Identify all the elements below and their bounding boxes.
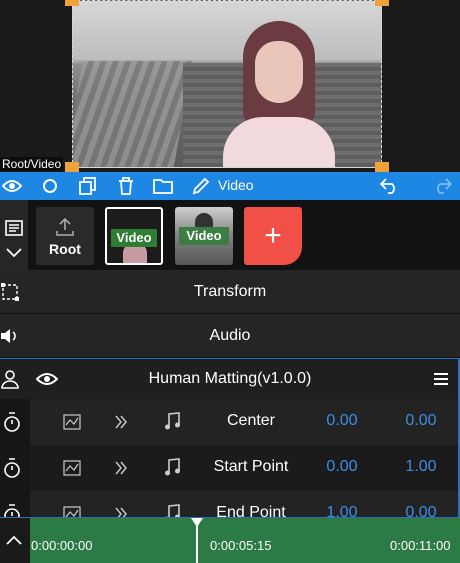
eye-icon[interactable] [2,176,22,196]
graph-icon[interactable] [62,505,82,517]
clip-root-label: Root [49,241,81,257]
video-preview[interactable]: Root/Video [0,0,460,172]
graph-icon[interactable] [62,459,82,477]
clip-label: Video [179,227,229,245]
video-frame[interactable] [72,0,382,168]
folder-icon[interactable] [153,176,173,196]
menu-icon[interactable] [432,371,450,387]
param-value-1[interactable]: 0.00 [318,412,366,430]
resize-handle-top-right[interactable] [375,0,389,6]
transform-section[interactable]: Transform [0,270,460,314]
transform-title: Transform [193,283,267,300]
music-note-icon[interactable] [162,411,182,431]
timeline-end-time: 0:00:11:00 [390,538,451,553]
human-matting-panel: Human Matting(v1.0.0) Center 0.00 0.00 S… [0,358,460,518]
param-value-2[interactable]: 0.00 [398,412,444,430]
chevron-down-icon[interactable] [4,246,24,260]
keyframe-icon[interactable] [112,459,132,477]
redo-icon[interactable] [432,176,452,196]
param-row-start-point[interactable]: Start Point 0.00 1.00 [0,445,458,491]
plus-icon: + [264,219,282,252]
param-value-1[interactable]: 0.00 [318,458,366,476]
clip-label: Video [111,229,157,247]
upload-icon [55,217,75,237]
timeline-current-time: 0:00:05:15 [210,538,272,553]
add-clip-button[interactable]: + [244,207,302,265]
circle-icon[interactable] [40,176,60,196]
audio-section[interactable]: Audio [0,314,460,358]
audio-title: Audio [209,327,251,344]
person-image [223,21,335,167]
resize-handle-top-left[interactable] [65,0,79,6]
stopwatch-icon[interactable] [2,457,22,479]
clip-side-controls [0,200,28,270]
undo-icon[interactable] [380,176,400,196]
toolbar: Video [0,172,460,200]
resize-handle-bottom-left[interactable] [65,162,79,172]
list-icon[interactable] [4,220,24,236]
param-label: End Point [216,504,286,518]
playhead[interactable] [191,518,203,563]
graph-icon[interactable] [62,413,82,431]
param-row-end-point[interactable]: End Point 1.00 0.00 [0,491,458,518]
clip-root[interactable]: Root [36,207,94,265]
stopwatch-icon[interactable] [2,503,22,517]
clip-strip: Root Video Video + [0,200,460,270]
timeline-start-time: 0:00:00:00 [31,538,93,553]
toolbar-mode-label: Video [218,177,254,193]
clip-video-selected[interactable]: Video [105,207,163,265]
music-note-icon[interactable] [162,503,182,517]
layer-path-label: Root/Video [0,157,64,171]
panel-title: Human Matting(v1.0.0) [148,370,312,387]
param-value-2[interactable]: 0.00 [398,504,444,517]
keyframe-icon[interactable] [112,413,132,431]
pencil-icon[interactable] [191,176,211,196]
param-value-1[interactable]: 1.00 [318,504,366,517]
resize-handle-bottom-right[interactable] [375,162,389,172]
music-note-icon[interactable] [162,457,182,477]
param-value-2[interactable]: 1.00 [398,458,444,476]
stopwatch-icon[interactable] [2,411,22,433]
chevron-up-icon[interactable] [4,532,24,548]
timeline-side [0,518,30,563]
param-row-center[interactable]: Center 0.00 0.00 [0,399,458,445]
param-label: Center [226,412,276,429]
panel-header: Human Matting(v1.0.0) [0,359,458,399]
timeline[interactable]: 0:00:00:00 0:00:05:15 0:00:11:00 [0,518,460,563]
clip-video[interactable]: Video [175,207,233,265]
copy-icon[interactable] [78,176,98,196]
keyframe-icon[interactable] [112,505,132,517]
trash-icon[interactable] [116,176,136,196]
param-label: Start Point [213,458,289,475]
pier-image [73,61,193,167]
